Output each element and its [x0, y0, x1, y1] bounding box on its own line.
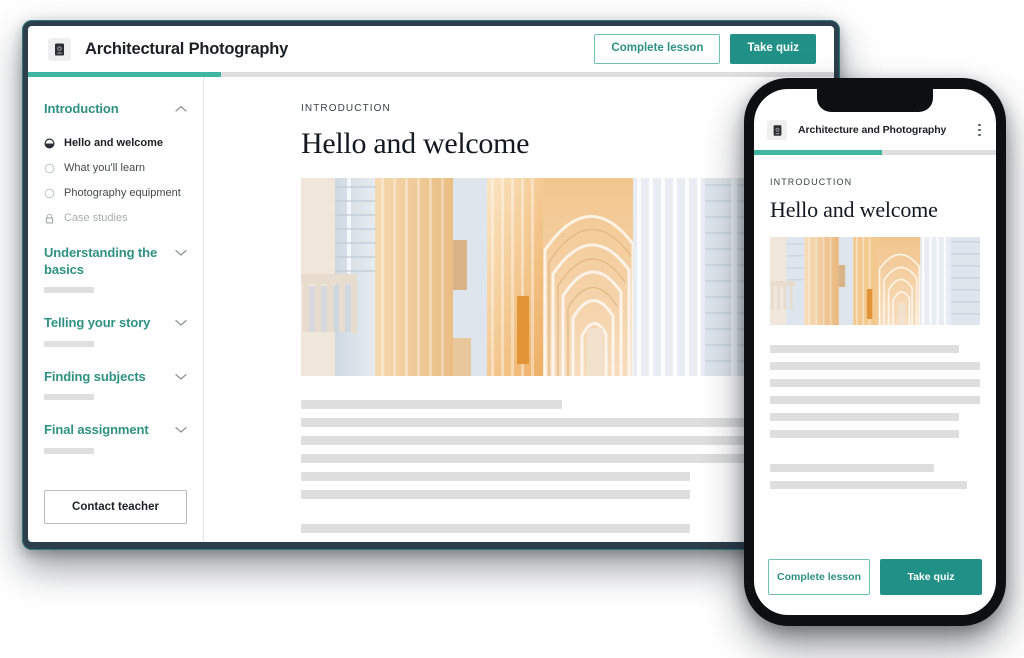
desktop-screen: Architectural Photography Complete lesso…	[28, 26, 834, 542]
phone-notch	[817, 89, 933, 112]
desktop-header-actions: Complete lesson Take quiz	[594, 34, 816, 64]
skeleton-line	[770, 430, 959, 438]
chevron-down-icon[interactable]	[175, 249, 187, 257]
sidebar-lesson-item[interactable]: Case studies	[44, 206, 187, 231]
phone-topbar: Architecture and Photography	[754, 110, 996, 150]
sidebar-lesson-label: Photography equipment	[64, 186, 181, 199]
sidebar-section: Understanding the basics	[44, 245, 187, 294]
skeleton-line	[770, 379, 980, 387]
sidebar-lesson-label: What you'll learn	[64, 161, 145, 174]
skeleton-line	[301, 524, 691, 533]
lesson-content: INTRODUCTION Hello and welcome	[204, 77, 834, 542]
sidebar-lesson-label: Hello and welcome	[64, 136, 164, 149]
sidebar-section-progress	[44, 340, 94, 347]
sidebar-section-header[interactable]: Introduction	[44, 101, 187, 118]
sidebar-section-title: Introduction	[44, 101, 119, 116]
sidebar-sections: Introduction Hello and welcome What you'll…	[44, 101, 187, 476]
kebab-menu-icon[interactable]	[975, 120, 984, 141]
desktop-device-frame: Architectural Photography Complete lesso…	[22, 20, 840, 550]
course-sidebar: Introduction Hello and welcome What you'll…	[28, 77, 204, 542]
camera-icon	[767, 120, 787, 140]
page-title: Architectural Photography	[85, 39, 289, 58]
sidebar-lesson-item[interactable]: What you'll learn	[44, 156, 187, 181]
lock-icon	[45, 213, 54, 224]
circle-icon	[44, 188, 55, 199]
phone-footer-actions: Complete lesson Take quiz	[754, 547, 996, 616]
phone-lesson-heading: Hello and welcome	[770, 197, 938, 222]
chevron-down-icon[interactable]	[175, 373, 187, 381]
sidebar-lesson-list: Hello and welcome What you'll learn Photog…	[44, 131, 187, 232]
contact-teacher-button[interactable]: Contact teacher	[44, 489, 187, 524]
phone-lesson-eyebrow: INTRODUCTION	[770, 177, 853, 187]
cathedral-interior-photo	[770, 237, 980, 325]
chevron-up-icon[interactable]	[175, 105, 187, 113]
sidebar-section: Final assignment	[44, 422, 187, 454]
sidebar-section-title: Understanding the basics	[44, 245, 158, 277]
skeleton-line	[770, 481, 968, 489]
sidebar-lesson-label: Case studies	[64, 212, 128, 225]
phone-progress-bar	[754, 150, 996, 155]
camera-icon	[48, 37, 71, 61]
phone-take-quiz-button[interactable]: Take quiz	[880, 558, 982, 595]
skeleton-line	[770, 396, 980, 404]
skeleton-line	[301, 472, 691, 481]
phone-screen: Architecture and Photography INTRODUCTIO…	[754, 89, 996, 615]
desktop-topbar: Architectural Photography Complete lesso…	[28, 26, 834, 72]
skeleton-line	[301, 400, 563, 409]
skeleton-line	[301, 490, 691, 499]
skeleton-line	[770, 413, 959, 421]
skeleton-line	[770, 345, 959, 353]
sidebar-section-progress	[44, 394, 94, 401]
chevron-down-icon[interactable]	[175, 319, 187, 327]
sidebar-section-title: Final assignment	[44, 422, 149, 438]
sidebar-section-title: Telling your story	[44, 315, 151, 331]
sidebar-section-progress	[44, 447, 94, 454]
sidebar-section-header[interactable]: Telling your story	[44, 315, 187, 332]
cathedral-interior-photo	[301, 178, 761, 376]
take-quiz-button[interactable]: Take quiz	[730, 34, 816, 64]
sidebar-section-header[interactable]: Understanding the basics	[44, 245, 187, 278]
sidebar-section: Finding subjects	[44, 369, 187, 401]
sidebar-section: Telling your story	[44, 315, 187, 347]
course-progress-fill	[28, 72, 222, 77]
screenshot-stage: Architectural Photography Complete lesso…	[0, 0, 1024, 658]
sidebar-section: Introduction Hello and welcome What you'll…	[44, 101, 187, 231]
phone-app-title: Architecture and Photography	[798, 124, 947, 136]
sidebar-section-progress	[44, 287, 94, 294]
sidebar-lesson-item[interactable]: Hello and welcome	[44, 131, 187, 156]
progress-circle-icon	[44, 138, 55, 149]
sidebar-section-title: Finding subjects	[44, 368, 146, 384]
sidebar-section-header[interactable]: Finding subjects	[44, 369, 187, 386]
phone-device-frame: Architecture and Photography INTRODUCTIO…	[744, 78, 1006, 626]
course-progress-bar	[28, 72, 834, 77]
phone-lesson-content: INTRODUCTION Hello and welcome	[754, 155, 996, 547]
desktop-body: Introduction Hello and welcome What you'll…	[28, 77, 834, 542]
complete-lesson-button[interactable]: Complete lesson	[594, 34, 721, 64]
phone-skeleton-lines	[770, 345, 980, 489]
phone-complete-lesson-button[interactable]: Complete lesson	[768, 558, 870, 595]
skeleton-line	[770, 464, 934, 472]
chevron-down-icon[interactable]	[175, 426, 187, 434]
circle-icon	[44, 163, 55, 174]
sidebar-lesson-item[interactable]: Photography equipment	[44, 181, 187, 206]
skeleton-line	[770, 362, 980, 370]
phone-progress-fill	[754, 150, 883, 155]
sidebar-section-header[interactable]: Final assignment	[44, 422, 187, 439]
